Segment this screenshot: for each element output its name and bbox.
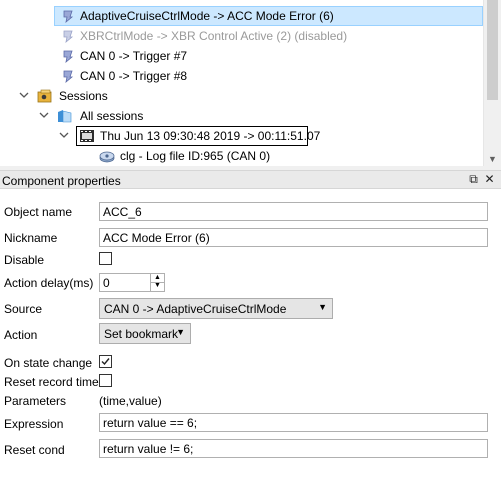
object-name-label: Object name <box>4 205 73 219</box>
source-value: CAN 0 -> AdaptiveCruiseCtrlMode <box>104 302 287 316</box>
source-dropdown[interactable]: CAN 0 -> AdaptiveCruiseCtrlMode ▼ <box>99 298 333 319</box>
tree-item-label: Thu Jun 13 09:30:48 2019 -> 00:11:51.07 <box>100 129 321 143</box>
tree-scrollbar[interactable]: ▼ <box>483 0 501 166</box>
action-delay-label: Action delay(ms) <box>4 276 94 290</box>
trigger-icon <box>60 68 76 84</box>
checkmark-icon <box>101 358 110 366</box>
disable-label: Disable <box>4 253 45 267</box>
action-label: Action <box>4 328 38 342</box>
tree-item-xbr-control[interactable]: XBRCtrlMode -> XBR Control Active (2) (d… <box>0 26 483 46</box>
action-delay-spinbox[interactable]: 0 ▲ ▼ <box>99 273 165 292</box>
dropdown-arrow-icon: ▼ <box>318 302 327 312</box>
action-value: Set bookmark <box>104 327 179 341</box>
trigger-icon <box>60 48 76 64</box>
close-icon[interactable]: ✕ <box>482 172 497 187</box>
tree-item-trigger-7[interactable]: CAN 0 -> Trigger #7 <box>0 46 483 66</box>
spin-buttons: ▲ ▼ <box>150 274 164 291</box>
tree-item-label: Sessions <box>59 89 108 103</box>
action-dropdown[interactable]: Set bookmark ▼ <box>99 323 191 344</box>
tree-item-trigger-8[interactable]: CAN 0 -> Trigger #8 <box>0 66 483 86</box>
reset-cond-label: Reset cond <box>4 443 65 457</box>
tree-item-all-sessions[interactable]: All sessions <box>0 106 483 126</box>
chevron-down-icon[interactable] <box>18 89 30 101</box>
reset-record-timer-label: Reset record timer <box>4 375 103 389</box>
trigger-icon <box>60 8 76 24</box>
restore-window-icon[interactable]: ⧉ <box>466 172 481 187</box>
panel-header: Component properties ⧉ ✕ <box>0 170 501 189</box>
expression-label: Expression <box>4 417 64 431</box>
scrollbar-thumb[interactable] <box>487 0 498 100</box>
film-icon <box>79 128 95 144</box>
log-file-icon <box>98 148 115 164</box>
tree-item-label: clg - Log file ID:965 (CAN 0) <box>120 149 271 163</box>
tree-item-label: AdaptiveCruiseCtrlMode -> ACC Mode Error… <box>80 9 334 23</box>
spin-down-icon[interactable]: ▼ <box>151 282 164 290</box>
parameters-value: (time,value) <box>99 394 162 408</box>
on-state-change-label: On state change <box>4 356 93 370</box>
nickname-field[interactable]: ACC Mode Error (6) <box>99 228 488 247</box>
action-delay-value: 0 <box>103 276 110 290</box>
folder-icon <box>57 108 73 124</box>
disable-checkbox[interactable] <box>99 252 112 265</box>
tree-item-acc-mode-error[interactable]: AdaptiveCruiseCtrlMode -> ACC Mode Error… <box>0 6 483 26</box>
parameters-label: Parameters <box>4 394 67 408</box>
tree-item-label: CAN 0 -> Trigger #7 <box>80 49 188 63</box>
panel-title: Component properties <box>2 174 121 188</box>
dropdown-arrow-icon: ▼ <box>176 327 185 337</box>
tree-item-label: CAN 0 -> Trigger #8 <box>80 69 188 83</box>
trigger-icon <box>60 28 76 44</box>
on-state-change-checkbox[interactable] <box>99 355 112 368</box>
tree-item-session-entry[interactable]: Thu Jun 13 09:30:48 2019 -> 00:11:51.07 <box>0 126 483 146</box>
tree-item-sessions[interactable]: Sessions <box>0 86 483 106</box>
scroll-down-icon[interactable]: ▼ <box>484 152 501 166</box>
tree-item-log-file[interactable]: clg - Log file ID:965 (CAN 0) <box>0 146 483 166</box>
nickname-label: Nickname <box>4 231 58 245</box>
properties-panel: Object name ACC_6 Nickname ACC Mode Erro… <box>0 189 501 486</box>
tree-item-label: XBRCtrlMode -> XBR Control Active (2) (d… <box>80 29 348 43</box>
source-label: Source <box>4 302 43 316</box>
expression-field[interactable]: return value == 6; <box>99 413 488 432</box>
sessions-icon <box>37 88 53 104</box>
reset-record-timer-checkbox[interactable] <box>99 374 112 387</box>
object-name-field[interactable]: ACC_6 <box>99 202 488 221</box>
chevron-down-icon[interactable] <box>58 129 70 141</box>
chevron-down-icon[interactable] <box>38 109 50 121</box>
tree-item-label: All sessions <box>80 109 144 123</box>
reset-cond-field[interactable]: return value != 6; <box>99 439 488 458</box>
tree-view[interactable]: AdaptiveCruiseCtrlMode -> ACC Mode Error… <box>0 0 501 166</box>
